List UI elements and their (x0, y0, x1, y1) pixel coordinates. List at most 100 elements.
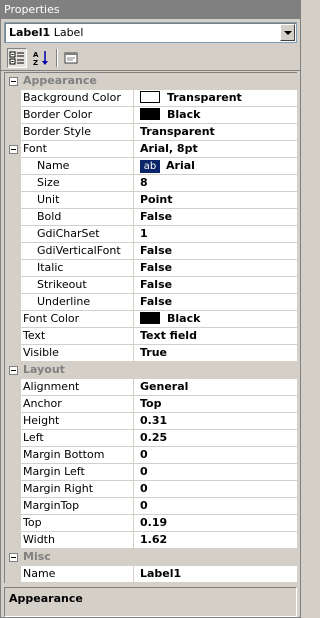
property-row-top[interactable]: Top 0.19 (5, 515, 298, 532)
property-pages-button[interactable] (61, 48, 81, 68)
property-row-border-color[interactable]: Border Color Black (5, 107, 298, 124)
property-name: MarginTop (21, 498, 134, 515)
color-swatch (140, 91, 160, 103)
property-row-font-color[interactable]: Font Color Black (5, 311, 298, 328)
property-name: Size (21, 175, 134, 192)
categorized-button[interactable] (7, 48, 27, 68)
property-value[interactable]: False (134, 294, 298, 311)
property-value[interactable]: 1.62 (134, 532, 298, 549)
property-row-visible[interactable]: Visible True (5, 345, 298, 362)
property-name: Text (21, 328, 134, 345)
property-row-margin-top[interactable]: MarginTop 0 (5, 498, 298, 515)
property-value[interactable]: False (134, 277, 298, 294)
category-misc[interactable]: Misc (5, 549, 298, 566)
property-name: Italic (21, 260, 134, 277)
collapse-icon[interactable] (9, 145, 18, 154)
object-type: Label (53, 26, 84, 39)
category-label: Layout (23, 363, 65, 376)
property-value[interactable]: 0 (134, 464, 298, 481)
property-name: Margin Bottom (21, 447, 134, 464)
property-row-alignment[interactable]: Alignment General (5, 379, 298, 396)
property-row-font-name[interactable]: Name ab Arial (5, 158, 298, 175)
property-value[interactable]: Point (134, 192, 298, 209)
collapse-icon[interactable] (9, 553, 18, 562)
property-name: Bold (21, 209, 134, 226)
toolbar: A Z (1, 45, 300, 71)
property-value[interactable]: Black (134, 311, 298, 328)
property-value[interactable]: 0 (134, 447, 298, 464)
property-value[interactable]: Arial, 8pt (134, 141, 298, 158)
description-pane: Appearance (4, 587, 297, 617)
property-row-height[interactable]: Height 0.31 (5, 413, 298, 430)
property-row-font[interactable]: Font Arial, 8pt (5, 141, 298, 158)
property-value[interactable]: ab Arial (134, 158, 298, 175)
property-value[interactable]: Transparent (134, 124, 298, 141)
property-name: Name (21, 158, 134, 175)
property-name: Visible (21, 345, 134, 362)
property-name: Font (21, 141, 134, 158)
property-row-width[interactable]: Width 1.62 (5, 532, 298, 549)
property-value[interactable]: 8 (134, 175, 298, 192)
chevron-down-icon[interactable] (280, 24, 295, 41)
property-value[interactable]: 0.25 (134, 430, 298, 447)
property-row-left[interactable]: Left 0.25 (5, 430, 298, 447)
property-row-name[interactable]: Name Label1 (5, 566, 298, 583)
property-value[interactable]: False (134, 209, 298, 226)
property-row-anchor[interactable]: Anchor Top (5, 396, 298, 413)
font-preview: ab (140, 160, 160, 173)
property-name: Border Style (21, 124, 134, 141)
property-row-margin-right[interactable]: Margin Right 0 (5, 481, 298, 498)
property-row-font-size[interactable]: Size 8 (5, 175, 298, 192)
property-row-font-unit[interactable]: Unit Point (5, 192, 298, 209)
property-row-font-underline[interactable]: Underline False (5, 294, 298, 311)
property-value[interactable]: False (134, 243, 298, 260)
property-row-text[interactable]: Text Text field (5, 328, 298, 345)
category-layout[interactable]: Layout (5, 362, 298, 379)
property-value[interactable]: 0.31 (134, 413, 298, 430)
svg-text:A: A (33, 51, 39, 59)
property-row-font-italic[interactable]: Italic False (5, 260, 298, 277)
property-value[interactable]: Label1 (134, 566, 298, 583)
property-name: Width (21, 532, 134, 549)
property-value[interactable]: Top (134, 396, 298, 413)
property-name: Border Color (21, 107, 134, 124)
color-swatch (140, 312, 160, 324)
property-row-background-color[interactable]: Background Color Transparent (5, 90, 298, 107)
property-name: Anchor (21, 396, 134, 413)
toolbar-separator (56, 49, 58, 67)
collapse-icon[interactable] (9, 366, 18, 375)
property-row-border-style[interactable]: Border Style Transparent (5, 124, 298, 141)
property-row-margin-bottom[interactable]: Margin Bottom 0 (5, 447, 298, 464)
property-name: Alignment (21, 379, 134, 396)
object-name: Label1 (9, 26, 51, 39)
property-value[interactable]: Black (134, 107, 298, 124)
property-grid: Appearance Background Color Transparent … (4, 72, 298, 583)
property-row-gdi-vertical-font[interactable]: GdiVerticalFont False (5, 243, 298, 260)
svg-text:Z: Z (33, 59, 38, 67)
object-selector[interactable]: Label1 Label (4, 22, 297, 43)
property-value[interactable]: 0 (134, 498, 298, 515)
property-value[interactable]: 1 (134, 226, 298, 243)
property-value[interactable]: General (134, 379, 298, 396)
property-name: Name (21, 566, 134, 583)
property-row-gdi-charset[interactable]: GdiCharSet 1 (5, 226, 298, 243)
property-name: Underline (21, 294, 134, 311)
categorized-icon (9, 51, 24, 65)
property-value[interactable]: True (134, 345, 298, 362)
property-row-margin-left[interactable]: Margin Left 0 (5, 464, 298, 481)
property-value[interactable]: 0.19 (134, 515, 298, 532)
property-name: Font Color (21, 311, 134, 328)
property-row-font-bold[interactable]: Bold False (5, 209, 298, 226)
category-label: Appearance (23, 74, 97, 87)
property-name: GdiVerticalFont (21, 243, 134, 260)
alphabetical-button[interactable]: A Z (31, 48, 51, 68)
property-value[interactable]: 0 (134, 481, 298, 498)
category-appearance[interactable]: Appearance (5, 73, 298, 90)
collapse-icon[interactable] (9, 77, 18, 86)
property-name: Strikeout (21, 277, 134, 294)
property-value[interactable]: Text field (134, 328, 298, 345)
property-value[interactable]: Transparent (134, 90, 298, 107)
property-row-font-strikeout[interactable]: Strikeout False (5, 277, 298, 294)
property-value[interactable]: False (134, 260, 298, 277)
object-selector-text: Label1 Label (9, 26, 83, 39)
